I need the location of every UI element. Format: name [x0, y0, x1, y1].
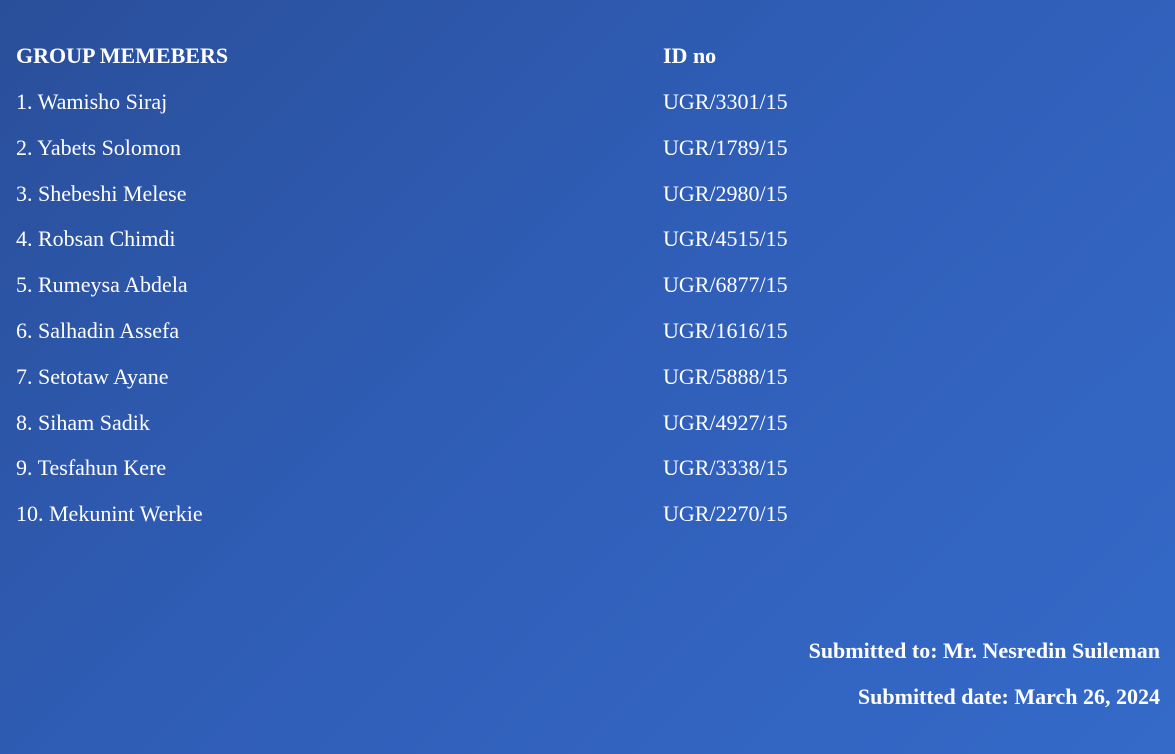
- member-row: 1. Wamisho Siraj UGR/3301/15: [0, 88, 1175, 134]
- member-row: 4. Robsan Chimdi UGR/4515/15: [0, 225, 1175, 271]
- member-row: 8. Siham Sadik UGR/4927/15: [0, 409, 1175, 455]
- member-id: UGR/2270/15: [663, 501, 788, 527]
- member-name: 1. Wamisho Siraj: [16, 89, 168, 114]
- member-name: 7. Setotaw Ayane: [16, 363, 169, 389]
- member-name: 2. Yabets Solomon: [16, 134, 182, 160]
- member-name: 9. Tesfahun Kere: [16, 455, 167, 481]
- submitted-to: Submitted to: Mr. Nesredin Suileman: [808, 638, 1160, 663]
- member-row: 2. Yabets Solomon UGR/1789/15: [0, 134, 1175, 180]
- member-row: 5. Rumeysa Abdela UGR/6877/15: [0, 271, 1175, 317]
- member-name: 5. Rumeysa Abdela: [16, 272, 188, 298]
- members-list: 1. Wamisho Siraj UGR/3301/15 2. Yabets S…: [0, 88, 1175, 546]
- id-no-heading: ID no: [663, 43, 717, 68]
- member-row: 3. Shebeshi Melese UGR/2980/15: [0, 180, 1175, 226]
- submission-info: Submitted to: Mr. Nesredin Suileman Subm…: [809, 637, 1160, 711]
- member-id: UGR/1616/15: [663, 317, 788, 343]
- member-id: UGR/5888/15: [663, 363, 788, 389]
- group-members-heading: GROUP MEMEBERS: [16, 43, 229, 68]
- member-row: 10. Mekunint Werkie UGR/2270/15: [0, 500, 1175, 546]
- member-name: 4. Robsan Chimdi: [16, 226, 176, 252]
- member-id: UGR/3338/15: [663, 455, 788, 481]
- member-id: UGR/3301/15: [663, 89, 788, 114]
- member-row: 6. Salhadin Assefa UGR/1616/15: [0, 317, 1175, 363]
- member-id: UGR/4927/15: [663, 409, 788, 435]
- member-row: 9. Tesfahun Kere UGR/3338/15: [0, 454, 1175, 500]
- submitted-date: Submitted date: March 26, 2024: [857, 684, 1160, 709]
- member-row: 7. Setotaw Ayane UGR/5888/15: [0, 363, 1175, 409]
- member-id: UGR/4515/15: [663, 226, 788, 252]
- member-name: 6. Salhadin Assefa: [16, 317, 180, 343]
- member-id: UGR/6877/15: [663, 272, 788, 298]
- member-name: 3. Shebeshi Melese: [16, 180, 187, 206]
- member-id: UGR/2980/15: [663, 180, 788, 206]
- member-name: 10. Mekunint Werkie: [16, 501, 203, 527]
- member-id: UGR/1789/15: [663, 134, 788, 160]
- member-name: 8. Siham Sadik: [16, 409, 150, 435]
